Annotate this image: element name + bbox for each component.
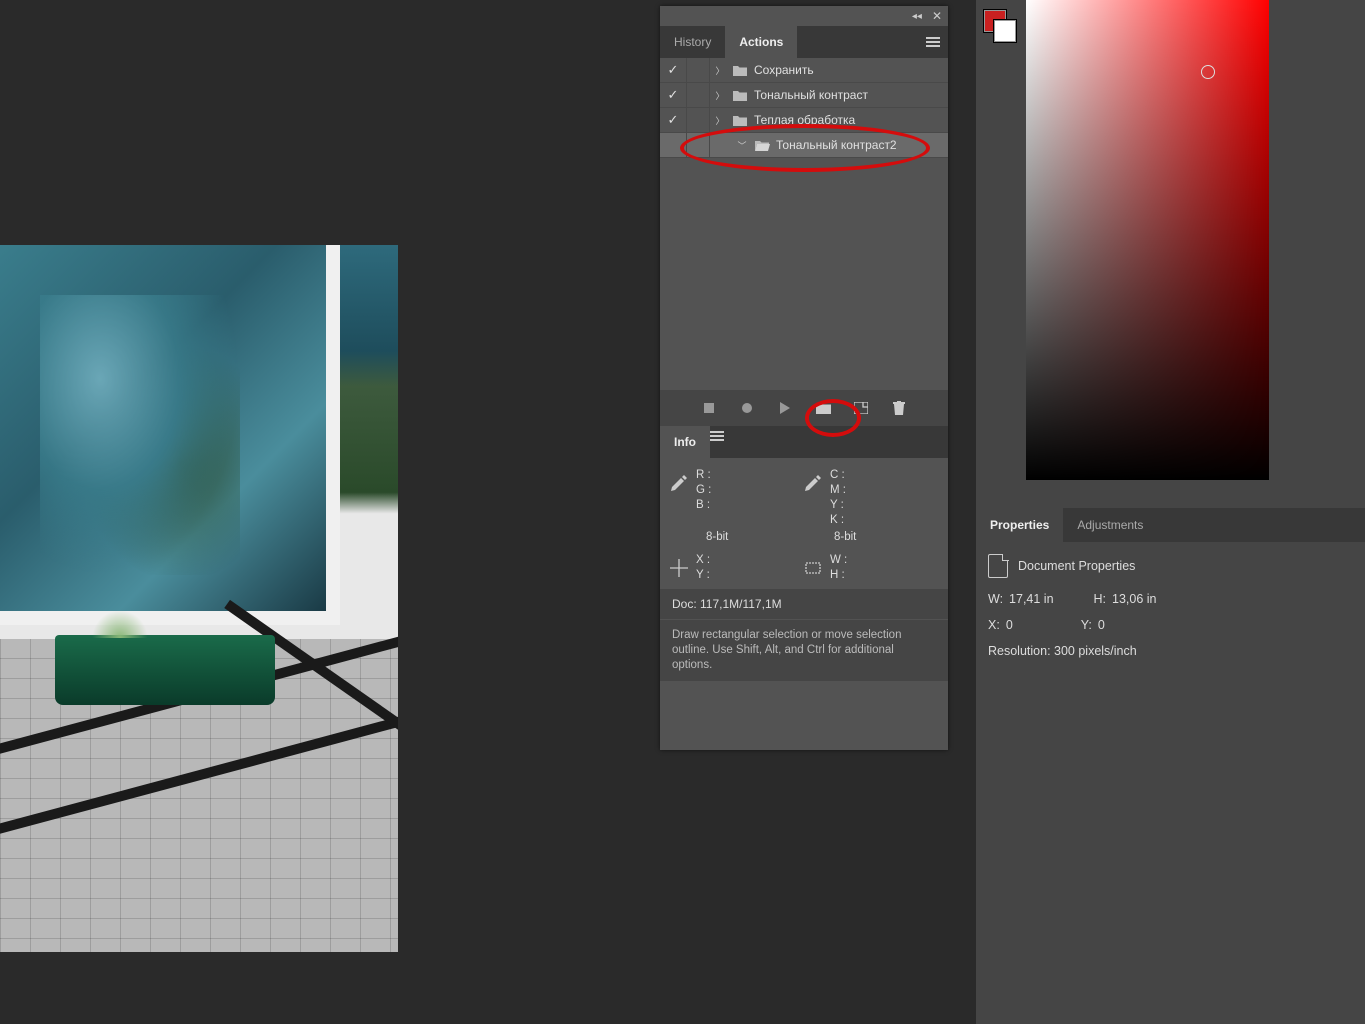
color-picker-cursor[interactable] [1201,65,1215,79]
eyedropper-icon [670,474,688,492]
document-icon [988,554,1008,578]
chevron-down-icon[interactable]: ﹀ [732,139,752,152]
play-button[interactable] [777,400,793,416]
folder-icon [730,65,750,76]
info-y: Y : [830,498,846,513]
prop-x-value: 0 [1006,618,1013,632]
info-bit-right: 8-bit [804,530,856,545]
document-canvas[interactable] [0,0,660,1024]
actions-panel-tabs: History Actions [660,26,948,58]
info-k: K : [830,513,846,528]
photo-preview [0,245,398,952]
tab-adjustments[interactable]: Adjustments [1063,508,1157,542]
info-r: R : [696,468,711,483]
close-panel-icon[interactable]: ✕ [932,9,942,23]
info-w: W : [830,553,847,568]
info-y-coord: Y : [696,568,710,583]
crosshair-icon [670,559,688,577]
tab-info[interactable]: Info [660,426,710,458]
action-label: Тональный контраст [750,88,868,102]
new-action-button[interactable] [853,400,869,416]
new-set-button[interactable] [815,400,831,416]
folder-open-icon [752,140,772,151]
action-row[interactable]: ✓ 〉 Тональный контраст [660,83,948,108]
prop-h-value: 13,06 in [1112,592,1156,606]
action-label: Сохранить [750,63,814,77]
info-g: G : [696,483,711,498]
prop-y-label: Y: [1081,618,1092,632]
properties-title: Document Properties [1018,559,1135,573]
actions-list[interactable]: ✓ 〉 Сохранить ✓ 〉 Тональный контраст ✓ 〉 [660,58,948,390]
info-c: C : [830,468,846,483]
dimensions-icon [804,559,822,577]
color-swatches[interactable] [984,10,1006,32]
properties-panel: Properties Adjustments Document Properti… [976,508,1365,1024]
action-row[interactable]: ✓ 〉 Теплая обработка [660,108,948,133]
info-m: M : [830,483,846,498]
background-color-swatch[interactable] [994,20,1016,42]
chevron-right-icon[interactable]: 〉 [710,89,730,102]
info-h: H : [830,568,847,583]
prop-resolution: Resolution: 300 pixels/inch [988,644,1137,658]
action-label: Тональный контраст2 [772,138,897,152]
info-doc-size: Doc: 117,1M/117,1M [660,589,948,619]
right-dock: Properties Adjustments Document Properti… [976,0,1365,1024]
record-button[interactable] [739,400,755,416]
tab-properties[interactable]: Properties [976,508,1063,542]
folder-icon [730,115,750,126]
info-panel-menu-icon[interactable] [710,426,724,458]
prop-w-value: 17,41 in [1009,592,1053,606]
check-icon[interactable]: ✓ [668,87,679,103]
prop-w-label: W: [988,592,1003,606]
eyedropper-icon [804,474,822,492]
actions-info-panel-group: ◂◂ ✕ History Actions ✓ 〉 Сохранить ✓ 〉 Т… [660,6,948,750]
tab-history[interactable]: History [660,26,725,58]
action-row[interactable]: ✓ 〉 Сохранить [660,58,948,83]
tab-actions[interactable]: Actions [725,26,797,58]
action-row-selected[interactable]: ﹀ Тональный контраст2 [660,133,948,158]
info-bit-left: 8-bit [670,530,728,545]
chevron-right-icon[interactable]: 〉 [710,64,730,77]
prop-x-label: X: [988,618,1000,632]
info-hint: Draw rectangular selection or move selec… [660,619,948,681]
check-icon[interactable]: ✓ [668,112,679,128]
actions-toolbar [660,390,948,426]
prop-h-label: H: [1094,592,1107,606]
folder-icon [730,90,750,101]
action-label: Теплая обработка [750,113,855,127]
info-panel: Info R : G : B : C : M : [660,426,948,681]
info-x: X : [696,553,710,568]
info-b: B : [696,498,711,513]
actions-panel-menu-icon[interactable] [918,26,948,58]
trash-button[interactable] [891,400,907,416]
prop-y-value: 0 [1098,618,1105,632]
color-picker-field[interactable] [1026,0,1269,480]
check-icon[interactable]: ✓ [668,62,679,78]
stop-button[interactable] [701,400,717,416]
collapse-panel-icon[interactable]: ◂◂ [912,11,922,22]
chevron-right-icon[interactable]: 〉 [710,114,730,127]
